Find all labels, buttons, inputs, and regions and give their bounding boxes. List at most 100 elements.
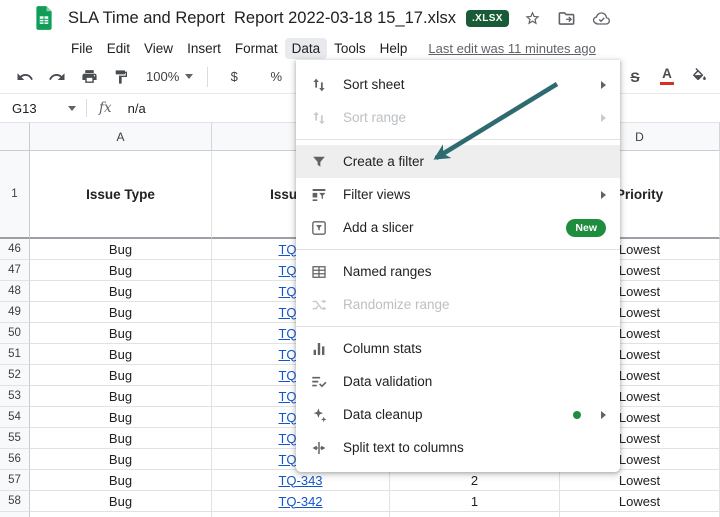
- cell-A52[interactable]: Bug: [30, 365, 212, 386]
- row-header-57[interactable]: 57: [0, 470, 30, 491]
- named-ranges-icon: [310, 263, 328, 281]
- menu-format[interactable]: Format: [228, 38, 285, 59]
- cell-A57[interactable]: Bug: [30, 470, 212, 491]
- zoom-selector[interactable]: 100%: [140, 64, 199, 90]
- menu-view[interactable]: View: [137, 38, 180, 59]
- menu-item-label: Sort sheet: [343, 77, 593, 92]
- last-edit-link[interactable]: Last edit was 11 minutes ago: [428, 41, 595, 56]
- titlebar: SLA Time and Report Report 2022-03-18 15…: [0, 0, 720, 36]
- row-header-50[interactable]: 50: [0, 323, 30, 344]
- slicer-icon: [310, 219, 328, 237]
- sort-range-icon: [310, 109, 328, 127]
- cell-A50[interactable]: Bug: [30, 323, 212, 344]
- menu-item-add-a-slicer[interactable]: Add a slicerNew: [296, 211, 620, 244]
- row-header-52[interactable]: 52: [0, 365, 30, 386]
- select-all-corner[interactable]: [0, 123, 30, 151]
- row-header-blank[interactable]: [0, 512, 30, 517]
- cell-A48[interactable]: Bug: [30, 281, 212, 302]
- toolbar-right-group: S A: [622, 60, 718, 93]
- menu-divider: [296, 249, 620, 250]
- cell-A54[interactable]: Bug: [30, 407, 212, 428]
- cell-A[interactable]: [30, 512, 212, 517]
- filter-views-icon: [310, 186, 328, 204]
- format-currency-button[interactable]: $: [216, 64, 252, 90]
- menu-item-label: Randomize range: [343, 297, 606, 312]
- cell-D[interactable]: [560, 512, 720, 517]
- sheets-logo-icon[interactable]: [33, 5, 55, 31]
- print-icon[interactable]: [76, 64, 102, 90]
- document-title[interactable]: SLA Time and Report Report 2022-03-18 15…: [68, 9, 456, 28]
- cell-B57[interactable]: TQ-343: [212, 470, 390, 491]
- redo-icon[interactable]: [44, 64, 70, 90]
- cell-A49[interactable]: Bug: [30, 302, 212, 323]
- cell-A1[interactable]: Issue Type: [30, 151, 212, 239]
- row-header-58[interactable]: 58: [0, 491, 30, 512]
- move-folder-icon[interactable]: [557, 9, 576, 28]
- row-header-49[interactable]: 49: [0, 302, 30, 323]
- cell-D58[interactable]: Lowest: [560, 491, 720, 512]
- fill-color-icon[interactable]: [686, 64, 712, 90]
- table-row: [0, 512, 720, 517]
- row-header-56[interactable]: 56: [0, 449, 30, 470]
- cell-A51[interactable]: Bug: [30, 344, 212, 365]
- menu-item-split-text-to-columns[interactable]: Split text to columns: [296, 431, 620, 464]
- menu-item-sort-range: Sort range: [296, 101, 620, 134]
- chevron-down-icon: [68, 106, 76, 111]
- cell-A56[interactable]: Bug: [30, 449, 212, 470]
- formula-bar-divider: [86, 99, 87, 117]
- menu-item-column-stats[interactable]: Column stats: [296, 332, 620, 365]
- row-header-55[interactable]: 55: [0, 428, 30, 449]
- undo-icon[interactable]: [12, 64, 38, 90]
- cell-A55[interactable]: Bug: [30, 428, 212, 449]
- row-header-54[interactable]: 54: [0, 407, 30, 428]
- cell-A53[interactable]: Bug: [30, 386, 212, 407]
- row-header-1[interactable]: 1: [0, 151, 30, 239]
- menu-item-named-ranges[interactable]: Named ranges: [296, 255, 620, 288]
- menu-help[interactable]: Help: [373, 38, 415, 59]
- paint-format-icon[interactable]: [108, 64, 134, 90]
- menu-tools[interactable]: Tools: [327, 38, 373, 59]
- cloud-saved-icon[interactable]: [591, 8, 612, 28]
- cell-A47[interactable]: Bug: [30, 260, 212, 281]
- cell-B58[interactable]: TQ-342: [212, 491, 390, 512]
- menu-item-sort-sheet[interactable]: Sort sheet: [296, 68, 620, 101]
- cell-C57[interactable]: 2: [390, 470, 560, 491]
- format-percent-button[interactable]: %: [258, 64, 294, 90]
- cell-B[interactable]: [212, 512, 390, 517]
- menu-file[interactable]: File: [64, 38, 100, 59]
- row-header-46[interactable]: 46: [0, 239, 30, 260]
- column-header-A[interactable]: A: [30, 123, 212, 151]
- split-columns-icon: [310, 439, 328, 457]
- menu-item-label: Named ranges: [343, 264, 606, 279]
- row-header-47[interactable]: 47: [0, 260, 30, 281]
- menu-item-filter-views[interactable]: Filter views: [296, 178, 620, 211]
- cell-C[interactable]: [390, 512, 560, 517]
- menu-item-randomize-range: Randomize range: [296, 288, 620, 321]
- submenu-arrow-icon: [601, 191, 606, 199]
- menu-item-data-cleanup[interactable]: Data cleanup: [296, 398, 620, 431]
- menu-insert[interactable]: Insert: [180, 38, 228, 59]
- menu-edit[interactable]: Edit: [100, 38, 137, 59]
- cell-C58[interactable]: 1: [390, 491, 560, 512]
- row-header-53[interactable]: 53: [0, 386, 30, 407]
- text-color-button[interactable]: A: [654, 64, 680, 90]
- data-menu-dropdown: Sort sheet Sort range Create a filterFilte…: [296, 60, 620, 472]
- menu-data[interactable]: Data: [285, 38, 328, 59]
- submenu-arrow-icon: [601, 411, 606, 419]
- cell-A46[interactable]: Bug: [30, 239, 212, 260]
- cell-A58[interactable]: Bug: [30, 491, 212, 512]
- cell-D57[interactable]: Lowest: [560, 470, 720, 491]
- formula-input[interactable]: n/a: [128, 101, 146, 116]
- menu-item-label: Sort range: [343, 110, 593, 125]
- sort-sheet-icon: [310, 76, 328, 94]
- menu-item-create-a-filter[interactable]: Create a filter: [296, 145, 620, 178]
- menu-bar: FileEditViewInsertFormatDataToolsHelp La…: [0, 36, 720, 60]
- menu-item-data-validation[interactable]: Data validation: [296, 365, 620, 398]
- strikethrough-button[interactable]: S: [622, 64, 648, 90]
- row-header-51[interactable]: 51: [0, 344, 30, 365]
- name-box[interactable]: G13: [12, 101, 76, 116]
- menu-item-label: Data cleanup: [343, 407, 573, 422]
- table-row: 57BugTQ-3432Lowest: [0, 470, 720, 491]
- star-icon[interactable]: [523, 9, 542, 28]
- row-header-48[interactable]: 48: [0, 281, 30, 302]
